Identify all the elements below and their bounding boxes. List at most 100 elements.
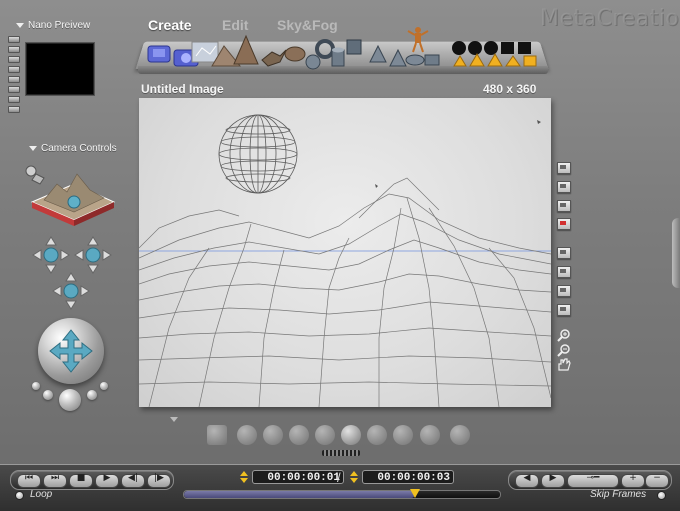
square-terrain-icon[interactable] bbox=[147, 45, 171, 63]
playhead-marker[interactable] bbox=[410, 489, 420, 498]
view-tools bbox=[557, 329, 571, 371]
step-back-icon: ⏭ bbox=[50, 473, 60, 483]
render-tool-button[interactable] bbox=[557, 162, 571, 174]
scroll-down-icon[interactable] bbox=[170, 417, 178, 422]
rock-object-icon[interactable] bbox=[284, 46, 306, 62]
gold-cone-icon[interactable] bbox=[453, 55, 467, 67]
bank-camera-ball[interactable] bbox=[43, 390, 53, 400]
nano-preview-header[interactable]: Nano Preivew bbox=[16, 20, 90, 31]
next-frame-button[interactable]: ▶ bbox=[541, 473, 565, 488]
bank-camera-ball[interactable] bbox=[32, 382, 40, 390]
disc-icon[interactable] bbox=[405, 54, 425, 66]
wireframe-terrain[interactable] bbox=[139, 177, 551, 407]
zoom-camera-ball[interactable] bbox=[59, 389, 81, 411]
zoom-in-icon[interactable] bbox=[557, 329, 570, 342]
texture-mode-button[interactable] bbox=[557, 266, 571, 278]
move-camera-xz-pad[interactable] bbox=[74, 236, 112, 274]
camera-view-button[interactable] bbox=[557, 304, 571, 316]
focal-length-ball[interactable] bbox=[100, 382, 108, 390]
stop-button[interactable]: ■ bbox=[69, 473, 93, 488]
camera-controls-header[interactable]: Camera Controls bbox=[29, 143, 117, 154]
black-square-icon[interactable] bbox=[518, 42, 531, 54]
skip-frames-label: Skip Frames bbox=[590, 489, 647, 500]
gold-cone-icon[interactable] bbox=[469, 53, 485, 67]
wireframe-sphere-icon[interactable] bbox=[263, 425, 283, 445]
timeline-drawer-grip[interactable] bbox=[322, 450, 360, 456]
skip-frames-radio[interactable] bbox=[657, 491, 666, 500]
camera-trackball[interactable] bbox=[38, 318, 104, 384]
stop-icon: ■ bbox=[76, 473, 86, 483]
black-sphere-icon[interactable] bbox=[484, 41, 498, 55]
next-keyframe-button[interactable]: |▶ bbox=[147, 473, 171, 488]
help-icon[interactable] bbox=[450, 425, 470, 445]
timeline-progress bbox=[184, 491, 415, 498]
stop-render-button[interactable] bbox=[557, 218, 571, 230]
four-way-arrow-icon bbox=[49, 329, 93, 373]
move-camera-xy-pad[interactable] bbox=[32, 236, 70, 274]
sphere-icon[interactable] bbox=[305, 54, 321, 70]
timecode-end-stepper[interactable] bbox=[350, 471, 360, 483]
cylinder-icon[interactable] bbox=[331, 47, 345, 67]
shaded-sphere-icon[interactable] bbox=[341, 425, 361, 445]
up-arrow-icon[interactable] bbox=[420, 425, 440, 445]
loop-radio[interactable] bbox=[15, 491, 24, 500]
nano-preview-quality-slider[interactable] bbox=[8, 36, 20, 113]
timecode-current[interactable]: 00:00:00:01 bbox=[252, 470, 344, 484]
collapse-triangle-icon[interactable] bbox=[16, 22, 24, 28]
pan-hand-icon[interactable] bbox=[558, 358, 571, 371]
cube-icon[interactable] bbox=[346, 39, 362, 55]
pyramid-icon[interactable] bbox=[369, 44, 387, 63]
previous-keyframe-button[interactable]: ◀| bbox=[121, 473, 145, 488]
wireframe-sphere-icon[interactable] bbox=[237, 425, 257, 445]
timecode-end[interactable]: 00:00:00:03 bbox=[362, 470, 454, 484]
render-region-button[interactable] bbox=[557, 200, 571, 212]
delete-keyframe-button[interactable]: − bbox=[645, 473, 669, 488]
camera-view-thumbnail[interactable] bbox=[22, 162, 122, 232]
scene-speck bbox=[537, 120, 541, 124]
go-to-start-button[interactable]: ⏮ bbox=[17, 473, 41, 488]
previous-keyframe-icon: ◀| bbox=[128, 473, 138, 483]
camera-repository-icon[interactable] bbox=[25, 165, 45, 185]
nano-preview-window bbox=[25, 42, 95, 96]
bounding-box-button[interactable] bbox=[557, 285, 571, 297]
play-button[interactable]: ▶ bbox=[95, 473, 119, 488]
gold-cube-icon[interactable] bbox=[523, 55, 537, 67]
octagon-icon[interactable] bbox=[393, 425, 413, 445]
timeline-scrubber[interactable] bbox=[183, 489, 501, 499]
torus-icon[interactable] bbox=[315, 39, 335, 59]
playback-controls: ⏮ ⏭ ■ ▶ ◀| |▶ bbox=[10, 470, 174, 490]
previous-frame-button[interactable]: ◀ bbox=[515, 473, 539, 488]
document-canvas[interactable] bbox=[139, 98, 551, 407]
display-mode-button[interactable] bbox=[557, 247, 571, 259]
textured-sphere-icon[interactable] bbox=[367, 425, 387, 445]
gold-cone-icon[interactable] bbox=[487, 53, 503, 67]
black-cube-icon[interactable] bbox=[501, 42, 514, 54]
add-keyframe-button[interactable]: + bbox=[621, 473, 645, 488]
wireframe-sphere[interactable] bbox=[218, 114, 298, 194]
figure-icon[interactable] bbox=[407, 27, 429, 53]
key-button[interactable]: ⊸━ bbox=[567, 473, 619, 488]
scene-speck bbox=[375, 184, 378, 188]
cube-shading-icon[interactable] bbox=[207, 425, 227, 445]
plus-icon: + bbox=[629, 473, 637, 483]
gold-cone-icon[interactable] bbox=[505, 55, 521, 67]
timecode-current-stepper[interactable] bbox=[240, 471, 250, 483]
cone-icon[interactable] bbox=[389, 48, 407, 67]
move-camera-yz-pad[interactable] bbox=[52, 272, 90, 310]
camera-controls-label: Camera Controls bbox=[41, 143, 117, 154]
black-sphere-icon[interactable] bbox=[468, 41, 482, 55]
cone-terrain-icon[interactable] bbox=[233, 34, 259, 65]
glass-terrain-icon[interactable] bbox=[191, 41, 219, 63]
star-object-icon[interactable] bbox=[261, 49, 287, 67]
loop-label: Loop bbox=[30, 489, 53, 500]
zoom-out-icon[interactable] bbox=[557, 344, 570, 357]
render-settings-button[interactable] bbox=[557, 181, 571, 193]
shaded-sphere-icon[interactable] bbox=[315, 425, 335, 445]
right-drawer-handle[interactable] bbox=[672, 218, 680, 288]
focal-length-ball[interactable] bbox=[87, 390, 97, 400]
plane-icon[interactable] bbox=[424, 54, 440, 66]
wireframe-sphere-icon[interactable] bbox=[289, 425, 309, 445]
collapse-triangle-icon[interactable] bbox=[29, 145, 37, 151]
step-back-button[interactable]: ⏭ bbox=[43, 473, 67, 488]
black-sphere-icon[interactable] bbox=[452, 41, 466, 55]
